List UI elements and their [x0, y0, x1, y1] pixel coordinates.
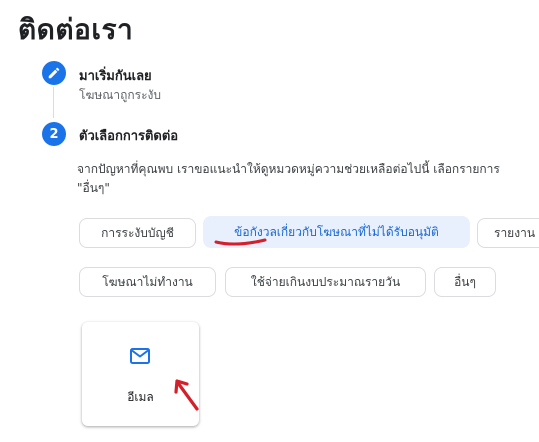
step-connector	[53, 87, 54, 118]
annotation-underline	[214, 238, 267, 246]
description-line-1: จากปัญหาที่คุณพบ เราขอแนะนำให้ดูหมวดหมู่…	[77, 162, 500, 176]
chip-other[interactable]: อื่นๆ	[434, 267, 496, 297]
page-title: ติดต่อเรา	[18, 13, 134, 46]
description-line-2: "อื่นๆ"	[77, 181, 110, 195]
step-2-title: ตัวเลือกการติดต่อ	[79, 129, 179, 144]
chip-account-suspension[interactable]: การระงับบัญชี	[79, 218, 196, 248]
chip-overspend-daily-budget[interactable]: ใช้จ่ายเกินงบประมาณรายวัน	[225, 267, 426, 297]
pencil-icon	[48, 67, 60, 79]
step-1-subtitle: โฆษณาถูกระงับ	[79, 88, 162, 102]
contact-us-page: ติดต่อเรา มาเริ่มกันเลย โฆษณาถูกระงับ 2 …	[0, 0, 539, 442]
chip-ads-not-running[interactable]: โฆษณาไม่ทำงาน	[79, 267, 216, 297]
step-2-indicator: 2	[42, 122, 66, 146]
step-1-indicator[interactable]	[42, 61, 66, 85]
annotation-arrow-icon	[174, 379, 199, 411]
mail-icon	[130, 348, 150, 364]
category-description: จากปัญหาที่คุณพบ เราขอแนะนำให้ดูหมวดหมู่…	[77, 160, 539, 198]
step-1-title: มาเริ่มกันเลย	[79, 69, 152, 84]
chip-reports[interactable]: รายงาน	[477, 218, 539, 248]
